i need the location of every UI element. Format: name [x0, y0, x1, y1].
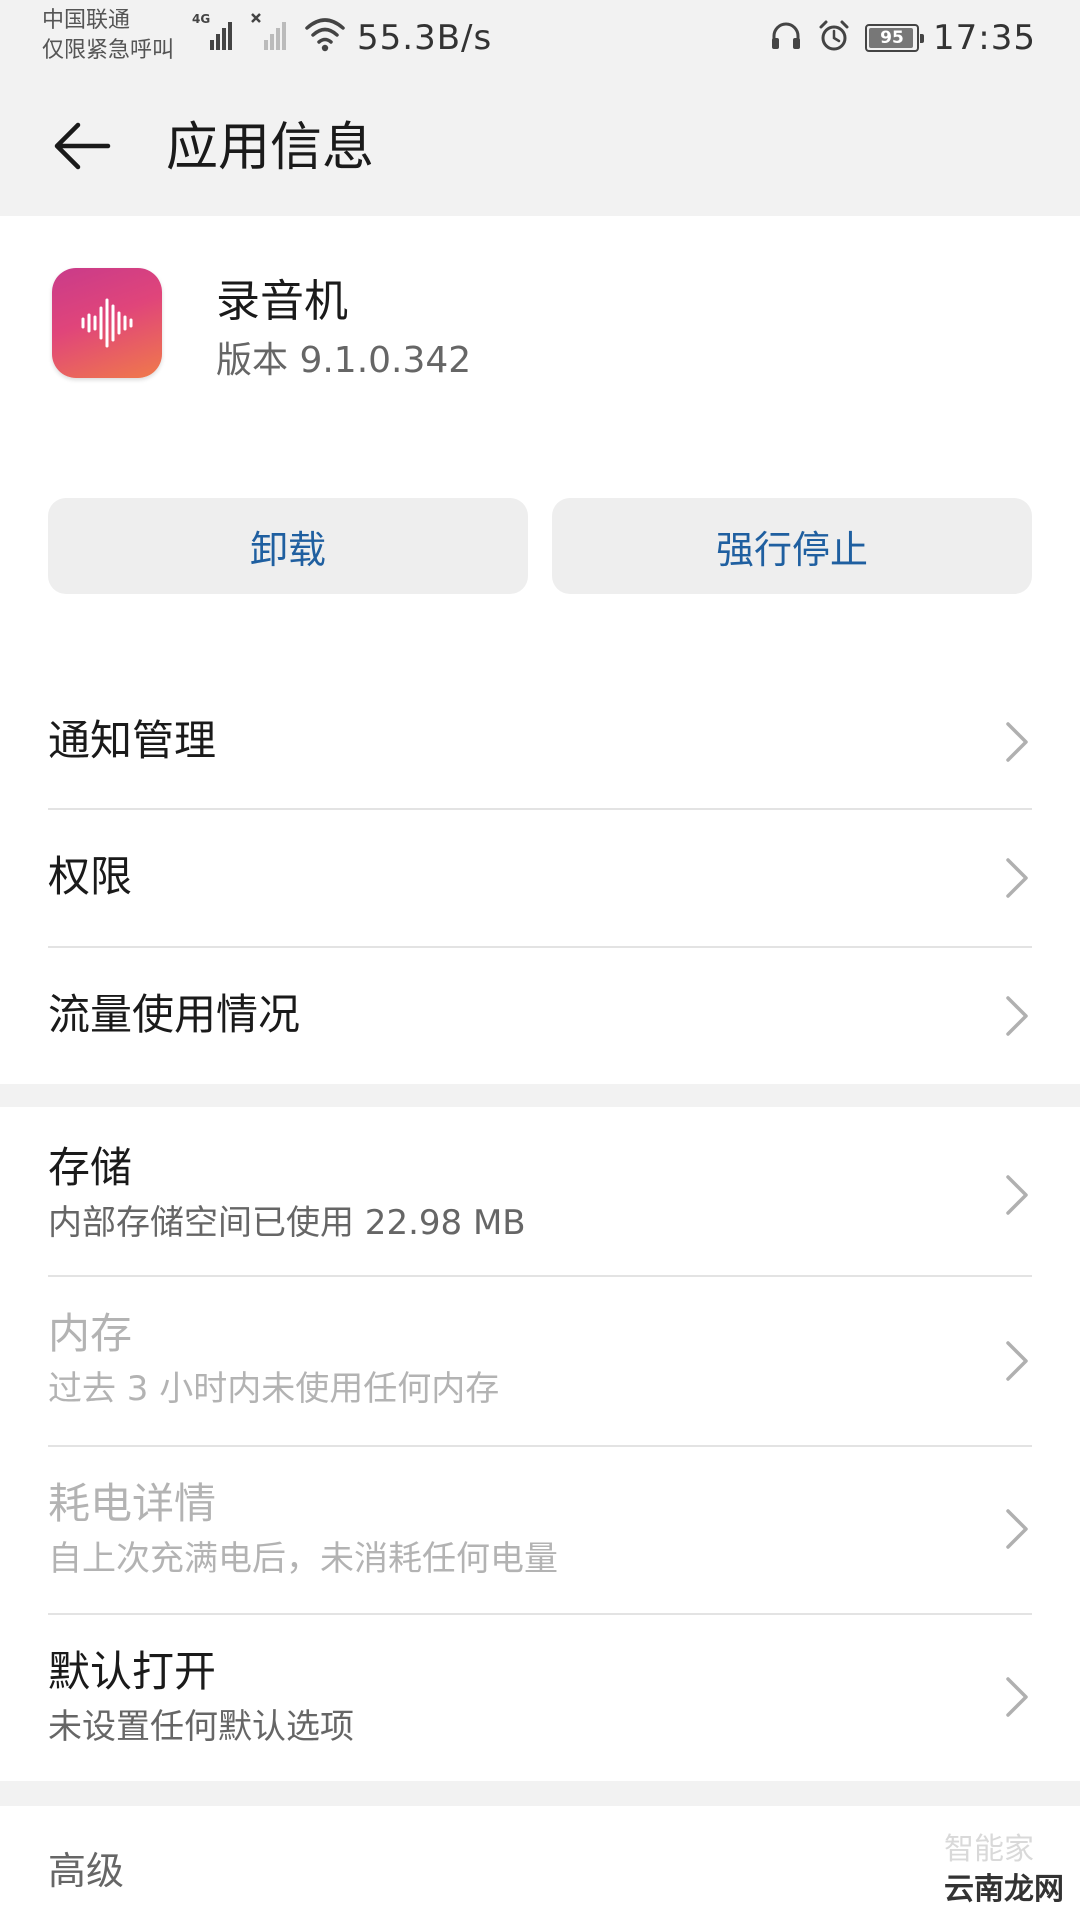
force-stop-button[interactable]: 强行停止 — [552, 498, 1032, 594]
headset-icon — [769, 19, 803, 57]
carrier-status: 仅限紧急呼叫 — [42, 38, 175, 63]
battery-icon: 95 — [865, 24, 925, 52]
app-version: 版本 9.1.0.342 — [216, 340, 472, 381]
open-by-default-summary: 未设置任何默认选项 — [48, 1707, 354, 1747]
signal-4g-icon: 4G — [192, 12, 236, 56]
data-usage-row[interactable]: 流量使用情况 — [0, 948, 1080, 1084]
notifications-label: 通知管理 — [48, 716, 217, 765]
battery-level: 95 — [880, 28, 904, 48]
carrier-name: 中国联通 — [42, 8, 131, 33]
storage-row[interactable]: 存储 内部存储空间已使用 22.98 MB — [0, 1107, 1080, 1275]
app-name: 录音机 — [216, 276, 348, 327]
chevron-right-icon — [1006, 1341, 1028, 1381]
back-arrow-icon — [52, 121, 112, 175]
chevron-right-icon — [1006, 996, 1028, 1036]
app-info-card: 录音机 版本 9.1.0.342 卸载 强行停止 通知管理 权限 流量使用情况 — [0, 216, 1080, 1084]
signal-no-sim-icon — [250, 12, 290, 56]
permissions-row[interactable]: 权限 — [0, 810, 1080, 946]
status-bar: 中国联通 仅限紧急呼叫 4G 55.3B/s 95 17:35 — [0, 0, 1080, 80]
advanced-section: 高级 — [0, 1806, 1080, 1920]
open-by-default-row[interactable]: 默认打开 未设置任何默认选项 — [0, 1615, 1080, 1781]
data-usage-label: 流量使用情况 — [48, 990, 301, 1039]
uninstall-button[interactable]: 卸载 — [48, 498, 528, 594]
watermark-text: 智能家 — [944, 1832, 1034, 1867]
app-icon — [52, 268, 162, 378]
sound-wave-icon — [81, 298, 133, 348]
advanced-section-label[interactable]: 高级 — [48, 1846, 124, 1896]
chevron-right-icon — [1006, 858, 1028, 898]
memory-summary: 过去 3 小时内未使用任何内存 — [48, 1369, 500, 1409]
alarm-icon — [817, 19, 851, 57]
battery-cap — [920, 34, 925, 43]
memory-row[interactable]: 内存 过去 3 小时内未使用任何内存 — [0, 1277, 1080, 1445]
battery-usage-summary: 自上次充满电后，未消耗任何电量 — [48, 1539, 558, 1579]
chevron-right-icon — [1006, 1175, 1028, 1215]
battery-usage-label: 耗电详情 — [48, 1479, 217, 1528]
storage-summary: 内部存储空间已使用 22.98 MB — [48, 1203, 526, 1243]
app-details-card: 存储 内部存储空间已使用 22.98 MB 内存 过去 3 小时内未使用任何内存… — [0, 1107, 1080, 1781]
title-bar: 应用信息 — [0, 80, 1080, 216]
watermark: 智能家 云南龙网 — [944, 1830, 1064, 1910]
wifi-icon — [304, 16, 346, 56]
chevron-right-icon — [1006, 1509, 1028, 1549]
network-speed: 55.3B/s — [357, 18, 493, 58]
storage-label: 存储 — [48, 1143, 133, 1192]
memory-label: 内存 — [48, 1309, 133, 1358]
notifications-row[interactable]: 通知管理 — [0, 676, 1080, 806]
watermark-site: 云南龙网 — [944, 1872, 1064, 1907]
back-button[interactable] — [44, 110, 120, 186]
page-title: 应用信息 — [166, 118, 375, 178]
open-by-default-label: 默认打开 — [48, 1647, 217, 1696]
chevron-right-icon — [1006, 722, 1028, 762]
chevron-right-icon — [1006, 1677, 1028, 1717]
status-right-icons: 95 17:35 — [769, 16, 1036, 60]
permissions-label: 权限 — [48, 852, 133, 901]
clock: 17:35 — [933, 18, 1036, 58]
svg-text:4G: 4G — [192, 12, 210, 26]
signal-icons: 4G — [192, 12, 346, 56]
battery-usage-row[interactable]: 耗电详情 自上次充满电后，未消耗任何电量 — [0, 1447, 1080, 1613]
carrier-info: 中国联通 仅限紧急呼叫 — [42, 6, 174, 66]
